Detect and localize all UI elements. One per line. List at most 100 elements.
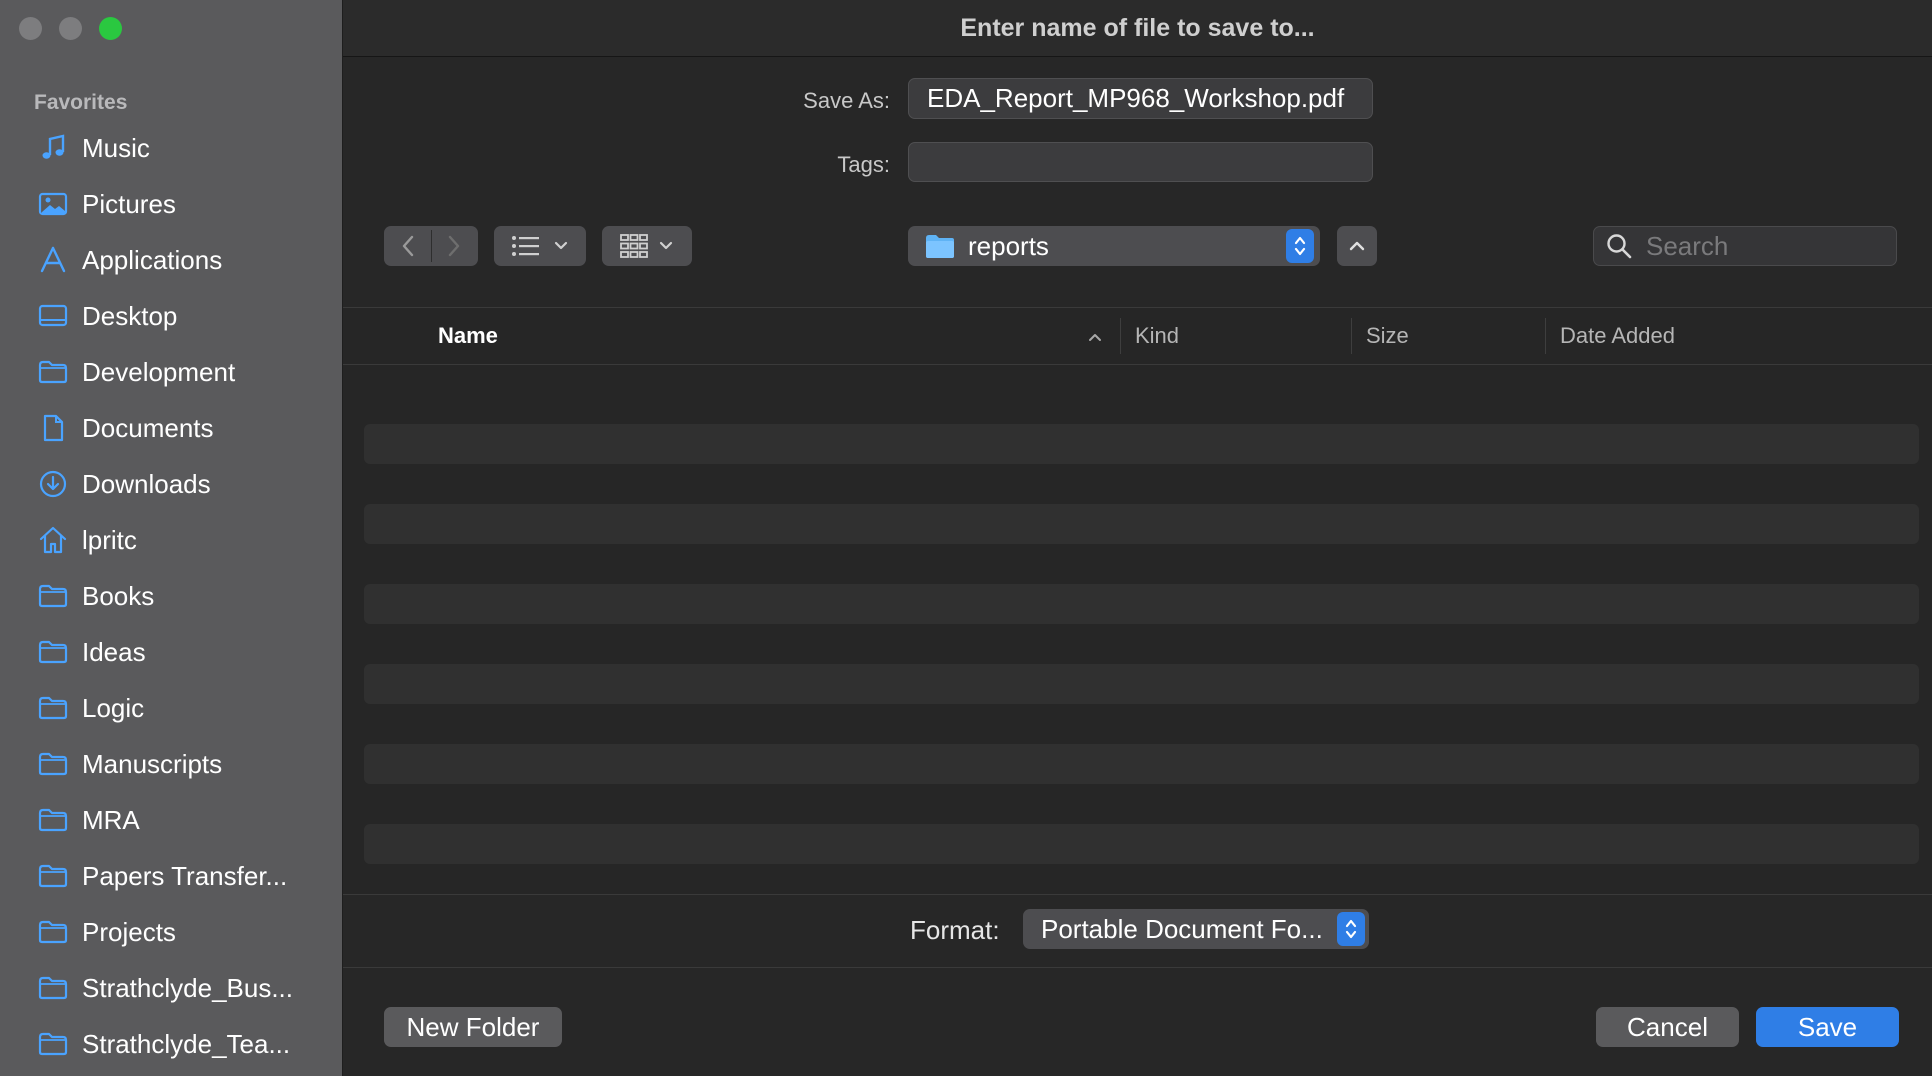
folder-icon [38,357,68,387]
sidebar-item-applications[interactable]: Applications [0,232,342,288]
empty-row-stripe [364,584,1919,624]
column-header-row: Name Kind Size Date Added [343,308,1932,365]
music-note-icon [38,133,68,163]
file-browser: Name Kind Size Date Added [343,307,1932,895]
tags-input[interactable] [908,142,1373,182]
sidebar-item-label: lpritc [82,524,137,555]
empty-row-stripe [364,744,1919,784]
chevron-down-icon [554,241,568,250]
folder-icon [38,973,68,1003]
sidebar-item-papers-transfer[interactable]: Papers Transfer... [0,848,342,904]
folder-icon [38,637,68,667]
chevron-up-icon [1349,241,1365,251]
document-icon [38,413,68,443]
sidebar-item-label: MRA [82,804,140,835]
empty-row-stripe [364,504,1919,544]
search-field [1593,226,1897,266]
format-bar: Format: Portable Document Fo... [343,894,1932,968]
save-button[interactable]: Save [1756,1007,1899,1047]
grid-icon [620,234,648,258]
sidebar-item-desktop[interactable]: Desktop [0,288,342,344]
search-input[interactable] [1644,229,1888,263]
sidebar-item-development[interactable]: Development [0,344,342,400]
empty-row-stripe [364,824,1919,864]
sidebar-item-strathclyde-tea[interactable]: Strathclyde_Tea... [0,1016,342,1072]
new-folder-button[interactable]: New Folder [384,1007,562,1047]
sidebar-item-label: Ideas [82,636,146,667]
dialog-title: Enter name of file to save to... [343,0,1932,57]
empty-row-stripe [364,424,1919,464]
sidebar-item-logic[interactable]: Logic [0,680,342,736]
sidebar-item-label: Papers Transfer... [82,860,288,891]
location-name: reports [968,230,1049,261]
list-view-button[interactable] [494,226,586,266]
forward-button[interactable] [431,226,477,266]
desktop-icon [38,301,68,331]
sidebar-item-label: Manuscripts [82,748,223,779]
folder-icon [38,917,68,947]
sidebar-item-strathclyde-bus[interactable]: Strathclyde_Bus... [0,960,342,1016]
column-header-kind[interactable]: Kind [1135,308,1345,364]
sidebar-item-manuscripts[interactable]: Manuscripts [0,736,342,792]
column-header-name[interactable]: Name [438,308,958,364]
sidebar-item-label: Applications [82,244,223,275]
sidebar-item-label: Strathclyde_Tea... [82,1028,291,1059]
sidebar-list: Music Pictures Applications Desktop Developm… [0,120,342,1072]
column-header-kind-label: Kind [1135,323,1180,348]
location-popup[interactable]: reports [908,226,1320,266]
chevron-left-icon [402,235,414,257]
close-window-button[interactable] [19,17,42,40]
sidebar-item-books[interactable]: Books [0,568,342,624]
main-panel: Enter name of file to save to... Save As… [343,0,1932,1076]
sidebar-item-label: Logic [82,692,145,723]
home-icon [38,525,68,555]
sidebar-item-documents[interactable]: Documents [0,400,342,456]
icon-view-button[interactable] [602,226,692,266]
folder-icon [38,1029,68,1059]
save-as-input[interactable] [908,78,1373,119]
sidebar-item-label: Strathclyde_Bus... [82,972,293,1003]
sidebar-item-ideas[interactable]: Ideas [0,624,342,680]
maximize-window-button[interactable] [99,17,122,40]
cancel-button[interactable]: Cancel [1596,1007,1739,1047]
window-controls [19,17,122,40]
chevron-down-icon [659,241,673,250]
sidebar-item-label: Pictures [82,188,176,219]
sidebar-item-music[interactable]: Music [0,120,342,176]
popup-stepper-icon [1337,912,1365,946]
folder-icon [926,235,954,258]
back-button[interactable] [385,226,431,266]
chevron-right-icon [448,235,460,257]
save-as-label: Save As: [803,88,890,113]
list-icon [512,236,539,256]
sidebar-item-projects[interactable]: Projects [0,904,342,960]
format-value: Portable Document Fo... [1041,913,1323,944]
column-header-date-added-label: Date Added [1560,323,1675,348]
folder-icon [38,861,68,891]
sidebar-item-lpritc[interactable]: lpritc [0,512,342,568]
search-icon [1607,234,1632,259]
back-forward-control [384,226,478,266]
sidebar-item-label: Music [82,132,150,163]
folder-icon [38,693,68,723]
column-header-size[interactable]: Size [1366,308,1531,364]
sidebar-item-label: Desktop [82,300,178,331]
sidebar-item-pictures[interactable]: Pictures [0,176,342,232]
applications-icon [38,245,68,275]
format-popup[interactable]: Portable Document Fo... [1023,909,1369,949]
collapse-dialog-button[interactable] [1337,226,1377,266]
tags-label: Tags: [837,152,890,177]
empty-row-stripe [364,664,1919,704]
sort-ascending-icon [1089,334,1101,341]
column-header-size-label: Size [1366,323,1409,348]
sidebar-item-downloads[interactable]: Downloads [0,456,342,512]
format-label: Format: [910,915,1000,945]
sidebar: Favorites Music Pictures Applications Deskt… [0,0,343,1076]
folder-icon [38,805,68,835]
minimize-window-button[interactable] [59,17,82,40]
sidebar-item-mra[interactable]: MRA [0,792,342,848]
popup-stepper-icon [1286,229,1314,263]
sidebar-item-label: Books [82,580,155,611]
folder-icon [38,581,68,611]
column-header-date-added[interactable]: Date Added [1560,308,1860,364]
